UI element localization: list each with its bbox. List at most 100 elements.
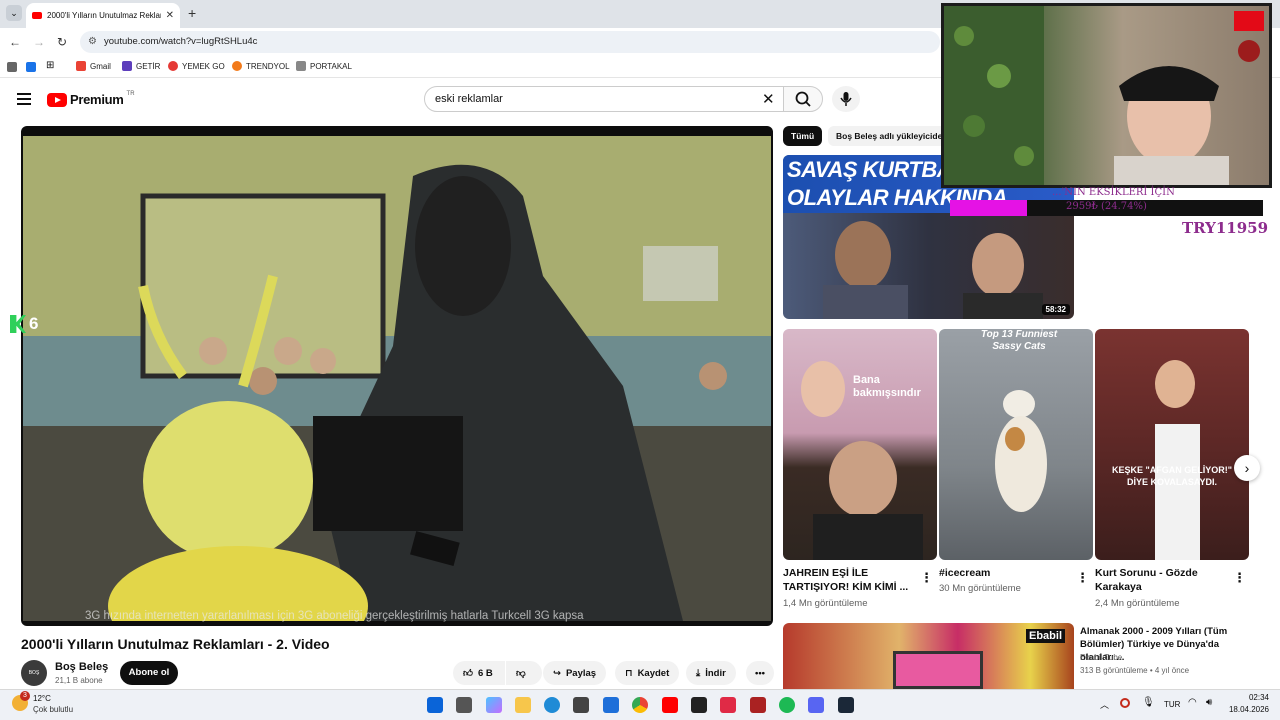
volume-icon[interactable]: 🔊︎ (1206, 697, 1212, 708)
yemek-go-icon (168, 61, 178, 71)
reload-icon[interactable]: ↻ (57, 35, 67, 49)
weather-description[interactable]: Çok bulutlu (33, 705, 73, 714)
short-title[interactable]: JAHREIN EŞİ İLE TARTIŞIYOR! KİM KİMİ ... (783, 566, 913, 594)
outlook-icon[interactable] (603, 697, 619, 713)
more-vertical-icon[interactable]: ⋮ (1233, 570, 1246, 586)
bookmark-portakal[interactable]: PORTAKAL (296, 61, 352, 71)
file-explorer-icon[interactable] (515, 697, 531, 713)
video-title: 2000'li Yılların Unutulmaz Reklamları - … (21, 636, 330, 652)
edge-icon[interactable] (544, 697, 560, 713)
tray-chevron-icon[interactable]: ︿ (1100, 698, 1109, 711)
youtube-play-icon (47, 92, 67, 107)
copilot-icon[interactable] (486, 697, 502, 713)
short-views: 2,4 Mn görüntüleme (1095, 598, 1180, 609)
address-url: youtube.com/watch?v=lugRtSHLu4c (104, 36, 258, 47)
channel-avatar[interactable]: BOŞ BELEŞ (21, 660, 47, 702)
bookmark-trendyol[interactable]: TRENDYOL (232, 61, 290, 71)
youtube-logo[interactable]: Premium TR (47, 91, 135, 107)
donation-goal-target: TRY11959 (1182, 219, 1269, 237)
app-icon[interactable] (750, 697, 766, 713)
short-views: 1,4 Mn görüntüleme (783, 598, 868, 609)
kick-logo-icon (10, 315, 26, 333)
back-arrow-icon[interactable]: ← (9, 35, 21, 49)
voice-search-button[interactable] (832, 86, 860, 112)
recommended-video-channel[interactable]: Ebabil Tube (1080, 653, 1122, 662)
site-info-icon[interactable]: ⚙ (88, 31, 97, 53)
search-button[interactable] (783, 86, 823, 112)
short-title[interactable]: #icecream (939, 566, 1069, 580)
discord-icon[interactable] (808, 697, 824, 713)
bookmark-icon: ⊓ (625, 667, 633, 679)
video-duration: 58:32 (1041, 304, 1070, 315)
taskbar-clock[interactable]: 02:34 (1225, 693, 1269, 702)
taskbar-date[interactable]: 18.04.2026 (1225, 705, 1269, 714)
youtube-favicon-icon (32, 12, 42, 19)
shorts-next-button[interactable]: › (1234, 455, 1260, 481)
input-language[interactable]: TUR (1164, 700, 1180, 709)
bookmark-yemek-go[interactable]: YEMEK GO (168, 61, 225, 71)
new-tab-button[interactable]: + (188, 5, 196, 21)
share-button[interactable]: ↪ Paylaş (543, 661, 607, 685)
download-button[interactable]: ⤓ İndir (686, 661, 736, 685)
short-thumbnail-text: KEŞKE "AFGAN GELİYOR!" DİYE KOVALASAYDI. (1111, 465, 1233, 487)
donation-goal-title: ...'NIN EKSİKLERİ İÇİN (1052, 187, 1175, 198)
donation-goal-progress: 2959₺ (24.74%) (1066, 201, 1147, 212)
video-scene-image (23, 136, 771, 621)
store-icon[interactable] (573, 697, 589, 713)
app-icon[interactable] (720, 697, 736, 713)
search-input[interactable]: eski reklamlar (424, 86, 784, 112)
short-thumbnail[interactable]: Bana bakmışsındır (783, 329, 937, 560)
short-thumbnail[interactable]: KEŞKE "AFGAN GELİYOR!" DİYE KOVALASAYDI. (1095, 329, 1249, 560)
more-vertical-icon[interactable]: ⋮ (920, 570, 933, 586)
youtube-taskbar-icon[interactable] (662, 697, 678, 713)
recommended-video-thumbnail[interactable]: Ebabil (783, 623, 1074, 689)
tray-app-icon[interactable] (1120, 698, 1130, 708)
video-player[interactable]: 3G hızında internetten yararlanılması iç… (21, 126, 773, 626)
menu-icon[interactable] (17, 93, 31, 105)
stream-counter-badge: 6 (10, 314, 38, 334)
clear-search-icon[interactable]: ✕ (762, 90, 775, 108)
start-menu-icon[interactable] (427, 697, 443, 713)
tab-title: 2000'li Yılların Unutulmaz Reklamları - … (47, 11, 161, 20)
bookmark-getir[interactable]: GETİR (122, 61, 160, 71)
thumbs-down-icon: 👎︎ (516, 668, 526, 679)
tab-search-button[interactable]: ⌄ (6, 5, 22, 21)
task-view-icon[interactable] (456, 697, 472, 713)
wifi-icon[interactable]: ◠ (1188, 697, 1197, 708)
channel-name[interactable]: Boş Beleş (55, 661, 108, 673)
trendyol-icon (232, 61, 242, 71)
tab-close-icon[interactable]: ✕ (166, 10, 174, 21)
bookmark-gmail[interactable]: Gmail (76, 61, 111, 71)
bookmark-app-icon[interactable] (7, 62, 17, 72)
bookmark-app-icon[interactable] (26, 62, 36, 72)
subscribe-button[interactable]: Abone ol (120, 661, 178, 685)
app-icon[interactable] (691, 697, 707, 713)
recommended-video-meta: 313 B görüntüleme • 4 yıl önce (1080, 666, 1190, 675)
browser-tab-active[interactable]: 2000'li Yılların Unutulmaz Reklamları - … (26, 3, 180, 28)
save-button[interactable]: ⊓ Kaydet (615, 661, 680, 685)
more-actions-button[interactable]: ••• (746, 661, 774, 685)
address-bar[interactable]: ⚙ youtube.com/watch?v=lugRtSHLu4c (80, 31, 940, 53)
like-button[interactable]: 👍︎ 6 B (453, 661, 505, 685)
download-icon: ⤓ (696, 667, 701, 679)
more-vertical-icon[interactable]: ⋮ (1076, 570, 1089, 586)
dislike-button[interactable]: 👎︎ (506, 661, 542, 685)
subscriber-count: 21,1 B abone (55, 676, 103, 685)
forward-arrow-icon[interactable]: → (33, 35, 45, 49)
short-cat-image (995, 390, 1047, 512)
chip-all[interactable]: Tümü (783, 126, 823, 146)
donation-goal-fill (950, 200, 1028, 216)
spotify-icon[interactable] (779, 697, 795, 713)
short-comedian-image (1155, 360, 1200, 560)
search-icon (795, 91, 811, 107)
short-thumbnail[interactable]: Top 13 Funniest Sassy Cats (939, 329, 1093, 560)
video-frame (23, 136, 771, 621)
webcam-person-image (944, 6, 1264, 185)
chrome-icon[interactable] (632, 697, 648, 713)
microphone-tray-icon[interactable]: 🎙︎ (1142, 697, 1155, 708)
weather-temperature[interactable]: 12°C (33, 694, 51, 703)
steam-icon[interactable] (838, 697, 854, 713)
apps-grid-icon[interactable]: ⊞ (46, 60, 54, 71)
video-subtitle-text: 3G hızında internetten yararlanılması iç… (85, 610, 584, 622)
short-title[interactable]: Kurt Sorunu - Gözde Karakaya (1095, 566, 1225, 594)
